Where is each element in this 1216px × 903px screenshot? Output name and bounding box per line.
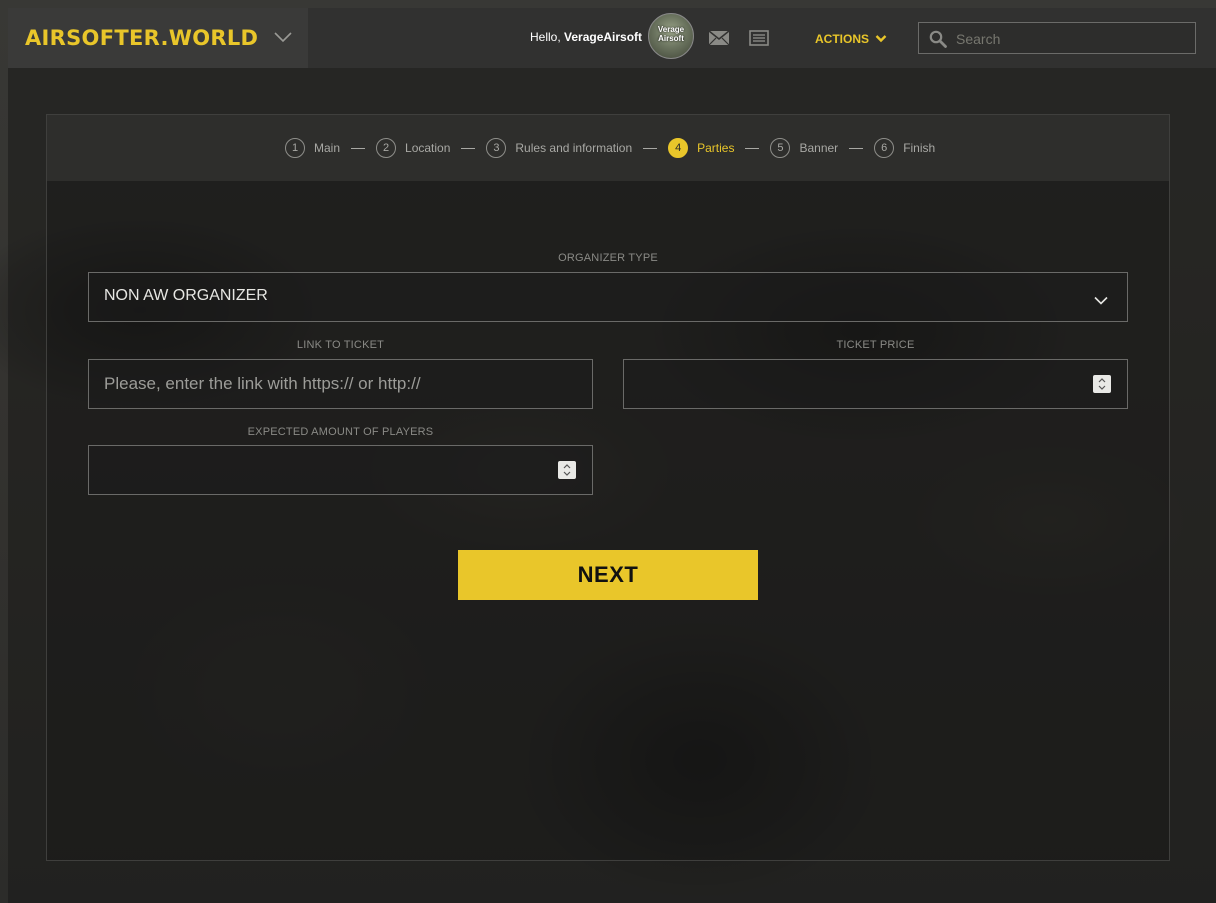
step-label: Rules and information (515, 141, 633, 155)
logo-menu[interactable]: AIRSOFTER.WORLD (8, 8, 308, 68)
actions-menu-button[interactable]: ACTIONS (815, 32, 887, 46)
step-number: 3 (486, 138, 507, 158)
step-main[interactable]: 1 Main (285, 138, 340, 158)
expected-players-field (88, 445, 593, 495)
mail-icon[interactable] (708, 30, 730, 51)
expected-players-input[interactable] (89, 446, 592, 494)
step-rules[interactable]: 3 Rules and information (486, 138, 632, 158)
organizer-type-select[interactable]: NON AW ORGANIZER (88, 272, 1128, 322)
chevron-down-icon (875, 32, 887, 46)
link-to-ticket-input[interactable] (89, 360, 592, 408)
event-form-panel: 1 Main 2 Location 3 Rules and informatio… (46, 114, 1170, 861)
search-box (918, 22, 1196, 55)
ticket-price-field (623, 359, 1128, 409)
greeting-text: Hello, (530, 30, 565, 44)
avatar-text: Verage Airsoft (657, 25, 685, 43)
search-icon[interactable] (929, 30, 947, 53)
search-input[interactable] (954, 23, 1193, 55)
step-number: 4 (668, 138, 689, 158)
site-logo[interactable]: AIRSOFTER.WORLD (25, 26, 258, 50)
step-label: Banner (799, 141, 839, 155)
chevron-down-icon (1094, 292, 1108, 310)
news-feed-icon[interactable] (749, 30, 769, 51)
chevron-down-icon[interactable] (274, 30, 292, 48)
user-greeting: Hello, VerageAirsoft (530, 30, 642, 44)
number-stepper[interactable] (558, 461, 576, 479)
link-to-ticket-label: LINK TO TICKET (296, 339, 385, 351)
step-number: 2 (376, 138, 397, 158)
step-finish[interactable]: 6 Finish (874, 138, 935, 158)
top-header: AIRSOFTER.WORLD Hello, VerageAirsoft Ver… (8, 8, 1216, 68)
step-location[interactable]: 2 Location (376, 138, 450, 158)
number-stepper[interactable] (1093, 375, 1111, 393)
ticket-price-label: TICKET PRICE (836, 339, 915, 351)
step-parties[interactable]: 4 Parties (668, 138, 734, 158)
step-label: Location (405, 141, 451, 155)
step-label: Parties (697, 141, 735, 155)
step-divider (849, 147, 864, 149)
step-banner[interactable]: 5 Banner (770, 138, 838, 158)
step-number: 1 (285, 138, 305, 158)
step-divider (643, 147, 658, 149)
step-number: 6 (874, 138, 895, 158)
avatar[interactable]: Verage Airsoft (648, 13, 694, 59)
username[interactable]: VerageAirsoft (564, 30, 642, 44)
step-number: 5 (770, 138, 791, 158)
expected-players-label: EXPECTED AMOUNT OF PLAYERS (247, 426, 434, 438)
organizer-type-label: ORGANIZER TYPE (558, 252, 658, 264)
step-divider (461, 147, 476, 149)
step-label: Main (314, 141, 341, 155)
next-button[interactable]: NEXT (458, 550, 758, 600)
actions-label: ACTIONS (815, 32, 869, 46)
organizer-type-value: NON AW ORGANIZER (104, 287, 268, 304)
link-to-ticket-field (88, 359, 593, 409)
wizard-steps: 1 Main 2 Location 3 Rules and informatio… (47, 115, 1169, 181)
step-divider (745, 147, 760, 149)
ticket-price-input[interactable] (624, 360, 1127, 408)
step-label: Finish (903, 141, 936, 155)
step-divider (351, 147, 366, 149)
